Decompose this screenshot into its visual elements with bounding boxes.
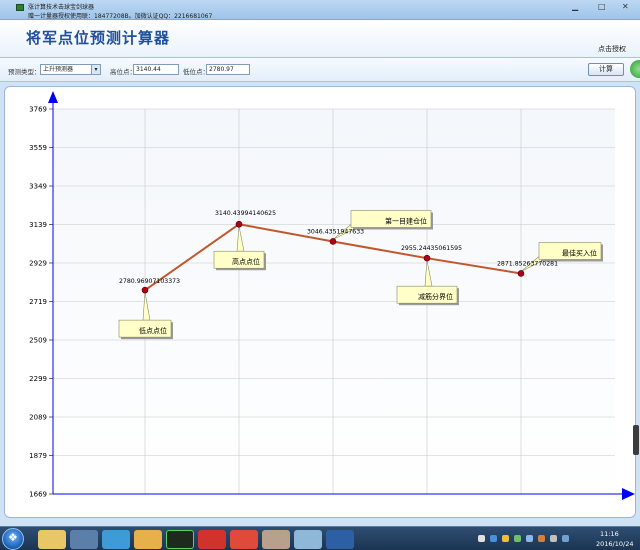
window-title: 涨计算技术击球宝剑球器 bbox=[28, 4, 95, 11]
scroll-handle[interactable] bbox=[633, 425, 639, 455]
predict-type-select[interactable]: 上升预测器 ▾ bbox=[40, 64, 101, 75]
window-titlebar: 涨计算技术击球宝剑球器 赠一计量器授权使用联：18477208B。加微认证QQ：… bbox=[0, 0, 640, 20]
tray-volume-icon[interactable] bbox=[526, 535, 533, 542]
data-label: 3140.43994140625 bbox=[215, 210, 276, 217]
y-tick-label: 2719 bbox=[29, 298, 47, 306]
data-point-marker bbox=[235, 220, 243, 228]
tray-app-icon[interactable] bbox=[514, 535, 521, 542]
terminal-icon[interactable] bbox=[326, 530, 354, 549]
high-point-input[interactable]: 3140.44 bbox=[133, 64, 179, 75]
data-point-marker bbox=[423, 254, 431, 262]
callout-label: 减筋分界位 bbox=[418, 292, 453, 301]
y-tick-label: 1669 bbox=[29, 491, 47, 499]
callout-label: 最佳买入位 bbox=[562, 248, 597, 257]
chevron-down-icon[interactable]: ▾ bbox=[91, 65, 100, 74]
tray-flag-icon[interactable] bbox=[550, 535, 557, 542]
data-point-marker bbox=[329, 238, 337, 245]
y-tick-label: 1879 bbox=[29, 452, 47, 460]
x-axis-arrow bbox=[622, 488, 635, 500]
clock-time[interactable]: 11:16 bbox=[600, 530, 619, 538]
close-icon[interactable]: ✕ bbox=[622, 2, 629, 11]
y-tick-label: 2929 bbox=[29, 260, 47, 268]
tray-power-icon[interactable] bbox=[538, 535, 545, 542]
file-explorer-icon[interactable] bbox=[38, 530, 66, 549]
toolbar: 预测类型： 上升预测器 ▾ 高位点： 3140.44 低位点： 2780.97 … bbox=[0, 58, 640, 82]
data-label: 3046.4351947633 bbox=[307, 228, 364, 235]
low-point-input[interactable]: 2780.97 bbox=[206, 64, 250, 75]
start-button[interactable] bbox=[2, 528, 24, 550]
chart-panel: 1669 1879 2089 2299 2509 2719 2929 3139 3349 3559… bbox=[4, 86, 636, 518]
pdf-icon[interactable] bbox=[198, 530, 226, 549]
y-tick-label: 3349 bbox=[29, 183, 47, 191]
tray-shield-icon[interactable] bbox=[502, 535, 509, 542]
y-tick-label: 2509 bbox=[29, 337, 47, 345]
window-switch-icon[interactable] bbox=[70, 530, 98, 549]
app-icon[interactable] bbox=[262, 530, 290, 549]
clock-date[interactable]: 2016/10/24 bbox=[596, 540, 633, 548]
folder-icon[interactable] bbox=[134, 530, 162, 549]
y-tick-label: 2089 bbox=[29, 414, 47, 422]
calculate-button[interactable]: 计算 bbox=[588, 63, 624, 76]
window-subtitle: 赠一计量器授权使用联：18477208B。加微认证QQ：2216681067 bbox=[28, 13, 213, 20]
data-label: 2871.85263770281 bbox=[497, 260, 558, 267]
app-header: 将军点位预测计算器 点击授权 bbox=[0, 20, 640, 58]
minimize-icon[interactable]: ▁ bbox=[572, 2, 578, 11]
notes-icon[interactable] bbox=[294, 530, 322, 549]
callout-label: 低点点位 bbox=[139, 326, 167, 335]
stock-chart-icon[interactable] bbox=[166, 530, 194, 549]
tray-input-icon[interactable] bbox=[562, 535, 569, 542]
page-title: 将军点位预测计算器 bbox=[26, 29, 171, 47]
data-label: 2955.24435061595 bbox=[401, 245, 462, 252]
maximize-icon[interactable]: □ bbox=[598, 2, 606, 11]
app-icon bbox=[16, 4, 24, 11]
tray-up-icon[interactable] bbox=[478, 535, 485, 542]
data-point-marker bbox=[517, 270, 525, 277]
predict-type-value: 上升预测器 bbox=[43, 66, 74, 73]
authorize-link[interactable]: 点击授权 bbox=[598, 44, 626, 54]
predict-type-label: 预测类型： bbox=[8, 68, 41, 76]
callout-label: 第一目建仓位 bbox=[385, 216, 427, 225]
y-tick-label: 2299 bbox=[29, 375, 47, 383]
taskbar: 11:16 2016/10/24 bbox=[0, 526, 640, 550]
data-label: 2780.96907103373 bbox=[119, 278, 180, 285]
line-chart: 1669 1879 2089 2299 2509 2719 2929 3139 3349 3559… bbox=[29, 91, 635, 500]
media-icon[interactable] bbox=[230, 530, 258, 549]
y-axis-arrow bbox=[48, 91, 58, 103]
data-point-marker bbox=[141, 286, 149, 294]
tray-network-icon[interactable] bbox=[490, 535, 497, 542]
callout-label: 高点点位 bbox=[232, 257, 260, 266]
y-tick-label: 3769 bbox=[29, 106, 47, 114]
ie-icon[interactable] bbox=[102, 530, 130, 549]
y-tick-label: 3559 bbox=[29, 144, 47, 152]
y-tick-label: 3139 bbox=[29, 221, 47, 229]
